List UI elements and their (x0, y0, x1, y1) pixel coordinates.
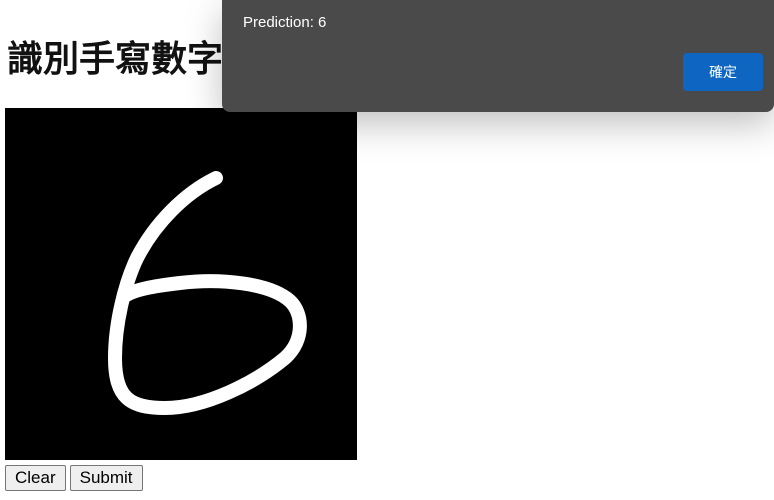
drawing-canvas[interactable] (5, 108, 357, 460)
dialog-message: Prediction: 6 (243, 14, 327, 31)
alert-dialog: Prediction: 6 確定 (222, 0, 774, 112)
handwritten-digit-stroke (108, 171, 307, 415)
canvas-controls: Clear Submit (5, 465, 143, 491)
page: 識別手寫數字 Clear Submit Prediction: 6 確定 (0, 0, 774, 500)
clear-button[interactable]: Clear (5, 465, 66, 491)
dialog-ok-button[interactable]: 確定 (683, 53, 763, 91)
page-title: 識別手寫數字 (7, 39, 224, 80)
submit-button[interactable]: Submit (69, 465, 143, 491)
